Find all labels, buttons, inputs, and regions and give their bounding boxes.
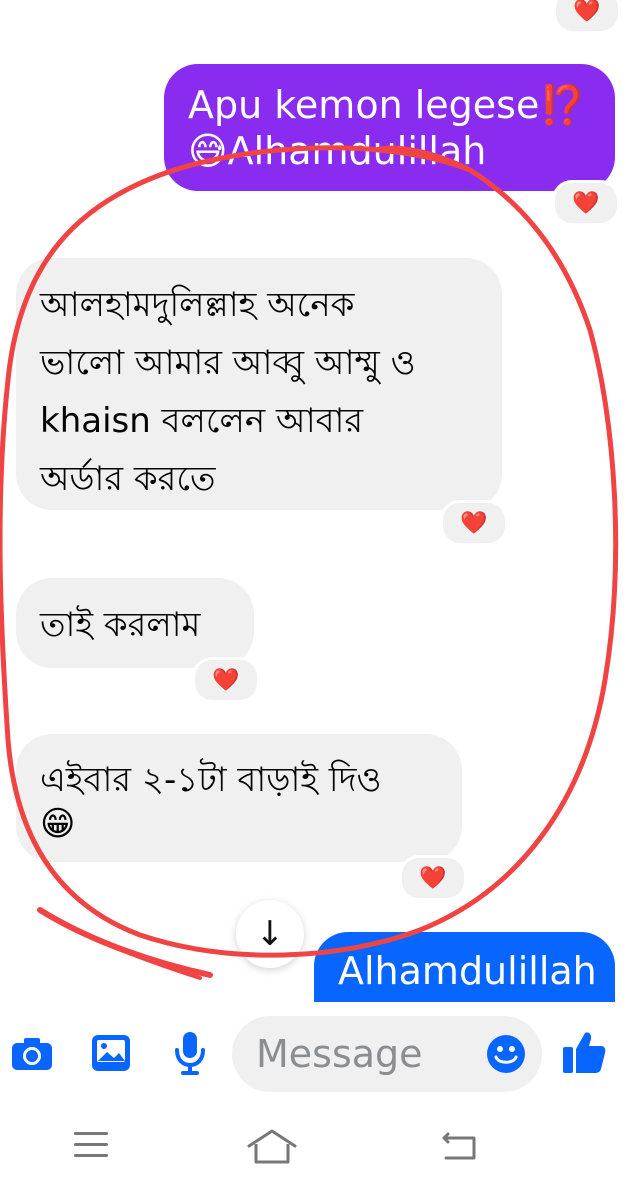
reaction-heart[interactable]: ❤️	[399, 855, 467, 901]
message-line: এইবার ২-১টা বাড়াই দিও	[40, 760, 382, 800]
like-icon	[563, 1032, 606, 1073]
menu-icon[interactable]	[72, 1130, 110, 1160]
heart-icon: ❤️	[212, 667, 240, 693]
message-line: ভালো আমার আব্বু আম্মু ও	[40, 343, 416, 383]
message-placeholder: Message	[256, 1032, 423, 1076]
camera-icon	[12, 1038, 52, 1070]
reaction-heart[interactable]: ❤️	[192, 657, 260, 703]
camera-button[interactable]	[8, 1030, 56, 1078]
heart-icon: ❤️	[573, 0, 601, 24]
home-icon[interactable]	[246, 1128, 298, 1166]
message-line: 😁	[40, 804, 76, 844]
message-line: 😅Alhamdulillah	[188, 129, 487, 173]
message-input[interactable]: Message	[232, 1016, 542, 1092]
heart-icon: ❤️	[460, 510, 488, 536]
reaction-heart[interactable]: ❤️	[552, 180, 620, 226]
scroll-down-button[interactable]: ↓	[236, 900, 304, 968]
mic-icon	[175, 1032, 205, 1075]
message-incoming-1[interactable]: আলহামদুলিল্লাহ অনেক ভালো আমার আব্বু আম্ম…	[16, 258, 502, 510]
heart-icon: ❤️	[572, 190, 600, 216]
like-button[interactable]	[558, 1026, 610, 1078]
back-icon[interactable]	[440, 1130, 480, 1162]
message-line: অর্ডার করতে	[40, 459, 216, 499]
reaction-heart-top[interactable]: ❤️	[553, 0, 621, 34]
message-line: khaisn বললেন আবার	[40, 401, 364, 441]
message-line: Apu kemon legese⁉️	[188, 83, 587, 127]
message-incoming-2[interactable]: তাই করলাম	[16, 578, 254, 668]
heart-icon: ❤️	[419, 865, 447, 891]
arrow-down-icon: ↓	[255, 914, 285, 954]
system-nav-bar	[0, 1100, 628, 1188]
message-line: আলহামদুলিল্লাহ অনেক	[40, 285, 355, 325]
composer-bar: Message	[0, 1002, 628, 1100]
image-icon	[92, 1035, 130, 1071]
message-line: Alhamdulillah	[338, 949, 597, 993]
message-incoming-3[interactable]: এইবার ২-১টা বাড়াই দিও 😁	[16, 734, 462, 862]
message-outgoing-1[interactable]: Apu kemon legese⁉️ 😅Alhamdulillah	[164, 64, 615, 191]
reaction-heart[interactable]: ❤️	[440, 500, 508, 546]
emoji-icon[interactable]	[486, 1034, 526, 1074]
mic-button[interactable]	[168, 1028, 212, 1078]
message-line: তাই করলাম	[40, 605, 201, 645]
message-outgoing-2[interactable]: Alhamdulillah	[314, 932, 615, 1002]
gallery-button[interactable]	[88, 1030, 134, 1076]
